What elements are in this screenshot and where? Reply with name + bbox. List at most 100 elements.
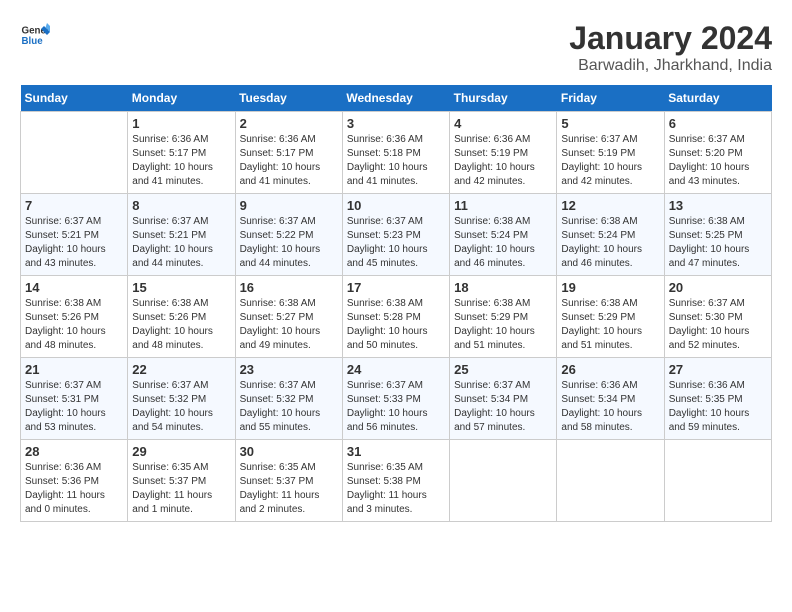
day-info: Sunrise: 6:37 AM Sunset: 5:31 PM Dayligh…: [25, 379, 123, 435]
calendar-cell: 9 Sunrise: 6:37 AM Sunset: 5:22 PM Daylig…: [235, 194, 342, 276]
calendar-cell: 2 Sunrise: 6:36 AM Sunset: 5:17 PM Daylig…: [235, 112, 342, 194]
calendar-table: SundayMondayTuesdayWednesdayThursdayFrid…: [20, 85, 772, 522]
day-number: 25: [454, 362, 552, 377]
calendar-cell: 12 Sunrise: 6:38 AM Sunset: 5:24 PM Dayli…: [557, 194, 664, 276]
calendar-cell: 3 Sunrise: 6:36 AM Sunset: 5:18 PM Daylig…: [342, 112, 449, 194]
calendar-cell: 8 Sunrise: 6:37 AM Sunset: 5:21 PM Daylig…: [128, 194, 235, 276]
calendar-cell: 27Sunrise: 6:36 AM Sunset: 5:35 PM Dayli…: [664, 358, 771, 440]
day-number: 30: [240, 444, 338, 459]
day-info: Sunrise: 6:37 AM Sunset: 5:23 PM Dayligh…: [347, 215, 445, 271]
day-number: 2: [240, 116, 338, 131]
day-number: 20: [669, 280, 767, 295]
header-wednesday: Wednesday: [342, 85, 449, 112]
day-number: 16: [240, 280, 338, 295]
day-info: Sunrise: 6:35 AM Sunset: 5:37 PM Dayligh…: [132, 461, 230, 517]
week-row-4: 21 Sunrise: 6:37 AM Sunset: 5:31 PM Dayli…: [21, 358, 772, 440]
week-row-5: 28 Sunrise: 6:36 AM Sunset: 5:36 PM Dayli…: [21, 440, 772, 522]
day-info: Sunrise: 6:38 AM Sunset: 5:24 PM Dayligh…: [454, 215, 552, 271]
day-info: Sunrise: 6:35 AM Sunset: 5:37 PM Dayligh…: [240, 461, 338, 517]
calendar-cell: 7 Sunrise: 6:37 AM Sunset: 5:21 PM Daylig…: [21, 194, 128, 276]
day-info: Sunrise: 6:37 AM Sunset: 5:21 PM Dayligh…: [132, 215, 230, 271]
calendar-cell: 6 Sunrise: 6:37 AM Sunset: 5:20 PM Daylig…: [664, 112, 771, 194]
header-friday: Friday: [557, 85, 664, 112]
calendar-cell: 29 Sunrise: 6:35 AM Sunset: 5:37 PM Dayli…: [128, 440, 235, 522]
day-info: Sunrise: 6:38 AM Sunset: 5:28 PM Dayligh…: [347, 297, 445, 353]
calendar-cell: 10 Sunrise: 6:37 AM Sunset: 5:23 PM Dayli…: [342, 194, 449, 276]
calendar-cell: 11 Sunrise: 6:38 AM Sunset: 5:24 PM Dayli…: [450, 194, 557, 276]
day-number: 26: [561, 362, 659, 377]
calendar-cell: 24 Sunrise: 6:37 AM Sunset: 5:33 PM Dayli…: [342, 358, 449, 440]
day-number: 4: [454, 116, 552, 131]
day-number: 29: [132, 444, 230, 459]
calendar-cell: 25 Sunrise: 6:37 AM Sunset: 5:34 PM Dayli…: [450, 358, 557, 440]
calendar-cell: [21, 112, 128, 194]
day-number: 11: [454, 198, 552, 213]
calendar-title: January 2024: [569, 20, 772, 57]
day-info: Sunrise: 6:37 AM Sunset: 5:34 PM Dayligh…: [454, 379, 552, 435]
logo-icon: General Blue: [20, 20, 50, 50]
day-number: 18: [454, 280, 552, 295]
calendar-cell: [557, 440, 664, 522]
calendar-cell: 21 Sunrise: 6:37 AM Sunset: 5:31 PM Dayli…: [21, 358, 128, 440]
day-info: Sunrise: 6:38 AM Sunset: 5:26 PM Dayligh…: [25, 297, 123, 353]
day-number: 6: [669, 116, 767, 131]
day-number: 17: [347, 280, 445, 295]
day-number: 21: [25, 362, 123, 377]
calendar-cell: 20Sunrise: 6:37 AM Sunset: 5:30 PM Dayli…: [664, 276, 771, 358]
day-info: Sunrise: 6:36 AM Sunset: 5:34 PM Dayligh…: [561, 379, 659, 435]
day-info: Sunrise: 6:38 AM Sunset: 5:29 PM Dayligh…: [561, 297, 659, 353]
header-tuesday: Tuesday: [235, 85, 342, 112]
day-number: 22: [132, 362, 230, 377]
day-number: 9: [240, 198, 338, 213]
day-info: Sunrise: 6:36 AM Sunset: 5:18 PM Dayligh…: [347, 133, 445, 189]
day-number: 3: [347, 116, 445, 131]
calendar-subtitle: Barwadih, Jharkhand, India: [569, 57, 772, 75]
header-monday: Monday: [128, 85, 235, 112]
day-number: 24: [347, 362, 445, 377]
day-number: 10: [347, 198, 445, 213]
day-info: Sunrise: 6:36 AM Sunset: 5:17 PM Dayligh…: [240, 133, 338, 189]
day-info: Sunrise: 6:38 AM Sunset: 5:24 PM Dayligh…: [561, 215, 659, 271]
day-info: Sunrise: 6:36 AM Sunset: 5:19 PM Dayligh…: [454, 133, 552, 189]
calendar-header-row: SundayMondayTuesdayWednesdayThursdayFrid…: [21, 85, 772, 112]
calendar-cell: 18 Sunrise: 6:38 AM Sunset: 5:29 PM Dayli…: [450, 276, 557, 358]
day-number: 15: [132, 280, 230, 295]
header-thursday: Thursday: [450, 85, 557, 112]
day-number: 19: [561, 280, 659, 295]
day-number: 12: [561, 198, 659, 213]
day-number: 13: [669, 198, 767, 213]
day-info: Sunrise: 6:37 AM Sunset: 5:22 PM Dayligh…: [240, 215, 338, 271]
header-sunday: Sunday: [21, 85, 128, 112]
day-info: Sunrise: 6:38 AM Sunset: 5:29 PM Dayligh…: [454, 297, 552, 353]
day-number: 28: [25, 444, 123, 459]
calendar-cell: 19 Sunrise: 6:38 AM Sunset: 5:29 PM Dayli…: [557, 276, 664, 358]
day-info: Sunrise: 6:37 AM Sunset: 5:19 PM Dayligh…: [561, 133, 659, 189]
calendar-cell: 16 Sunrise: 6:38 AM Sunset: 5:27 PM Dayli…: [235, 276, 342, 358]
week-row-2: 7 Sunrise: 6:37 AM Sunset: 5:21 PM Daylig…: [21, 194, 772, 276]
calendar-cell: 13Sunrise: 6:38 AM Sunset: 5:25 PM Dayli…: [664, 194, 771, 276]
day-number: 7: [25, 198, 123, 213]
calendar-cell: 17 Sunrise: 6:38 AM Sunset: 5:28 PM Dayli…: [342, 276, 449, 358]
day-number: 8: [132, 198, 230, 213]
day-info: Sunrise: 6:37 AM Sunset: 5:20 PM Dayligh…: [669, 133, 767, 189]
page-header: General Blue January 2024 Barwadih, Jhar…: [20, 20, 772, 75]
calendar-cell: 14 Sunrise: 6:38 AM Sunset: 5:26 PM Dayli…: [21, 276, 128, 358]
day-info: Sunrise: 6:38 AM Sunset: 5:27 PM Dayligh…: [240, 297, 338, 353]
header-saturday: Saturday: [664, 85, 771, 112]
calendar-cell: 26 Sunrise: 6:36 AM Sunset: 5:34 PM Dayli…: [557, 358, 664, 440]
calendar-cell: 15 Sunrise: 6:38 AM Sunset: 5:26 PM Dayli…: [128, 276, 235, 358]
day-number: 1: [132, 116, 230, 131]
week-row-1: 1 Sunrise: 6:36 AM Sunset: 5:17 PM Daylig…: [21, 112, 772, 194]
day-info: Sunrise: 6:36 AM Sunset: 5:36 PM Dayligh…: [25, 461, 123, 517]
logo: General Blue: [20, 20, 50, 50]
svg-text:Blue: Blue: [22, 36, 44, 47]
calendar-cell: 22Sunrise: 6:37 AM Sunset: 5:32 PM Dayli…: [128, 358, 235, 440]
calendar-cell: 28 Sunrise: 6:36 AM Sunset: 5:36 PM Dayli…: [21, 440, 128, 522]
day-info: Sunrise: 6:38 AM Sunset: 5:26 PM Dayligh…: [132, 297, 230, 353]
calendar-cell: 1Sunrise: 6:36 AM Sunset: 5:17 PM Daylig…: [128, 112, 235, 194]
day-number: 14: [25, 280, 123, 295]
day-info: Sunrise: 6:37 AM Sunset: 5:33 PM Dayligh…: [347, 379, 445, 435]
calendar-cell: [664, 440, 771, 522]
day-info: Sunrise: 6:35 AM Sunset: 5:38 PM Dayligh…: [347, 461, 445, 517]
day-info: Sunrise: 6:37 AM Sunset: 5:21 PM Dayligh…: [25, 215, 123, 271]
